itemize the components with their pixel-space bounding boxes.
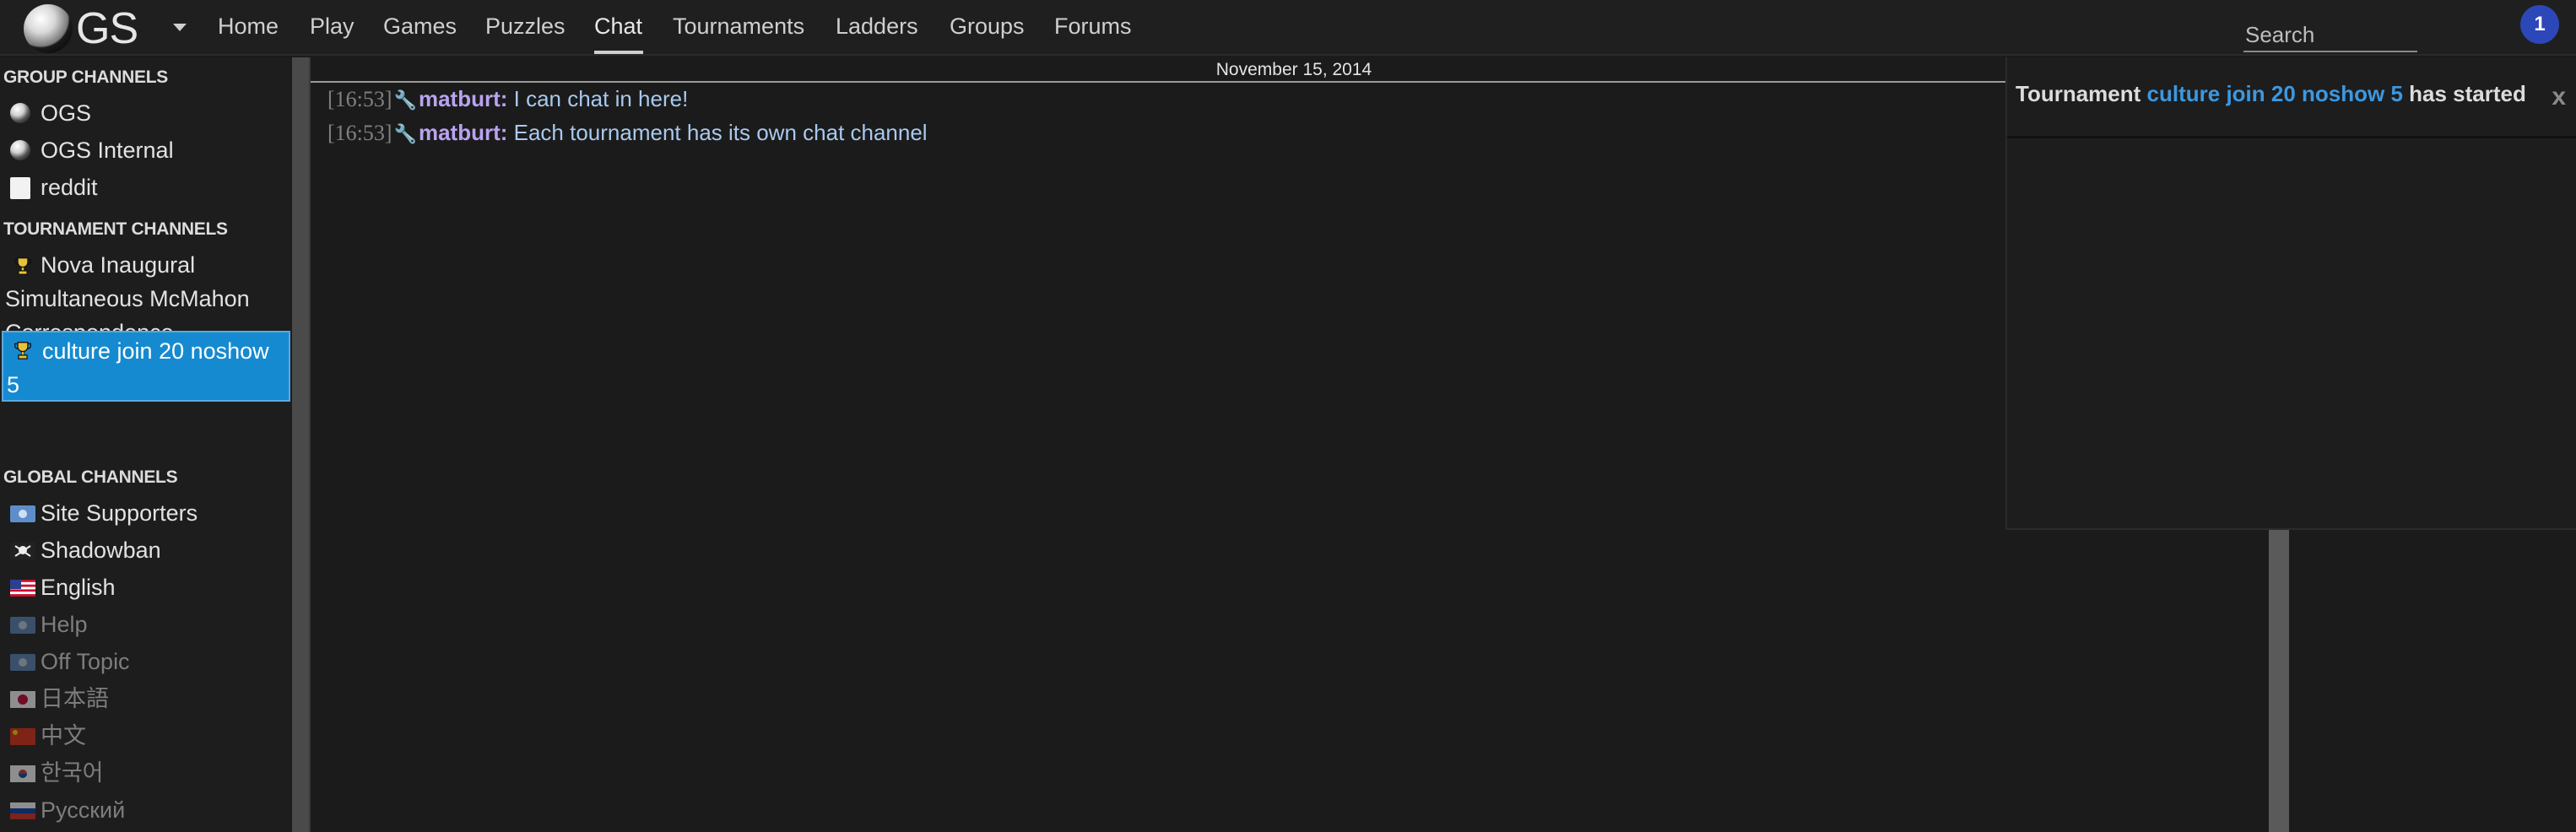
logo-text: GS: [76, 4, 138, 53]
channel-label: reddit: [41, 175, 98, 200]
message-username[interactable]: matburt:: [419, 86, 507, 111]
chat-message: [16:53]🔧matburt: I can chat in here!: [327, 86, 688, 112]
chat-message: [16:53]🔧matburt: Each tournament has its…: [327, 120, 928, 146]
channel-label: 中文: [41, 723, 86, 748]
moderator-wrench-icon: 🔧: [393, 123, 417, 144]
offtopic-flag-icon: [10, 654, 35, 671]
notification-prefix: Tournament: [2016, 81, 2141, 106]
notification-suffix: has started: [2409, 81, 2526, 106]
trophy-icon: [14, 342, 31, 359]
channel-culture-join-selected[interactable]: culture join 20 noshow 5: [2, 331, 290, 402]
channel-ogs[interactable]: OGS: [5, 96, 287, 130]
reddit-icon: [10, 177, 30, 199]
nav-ladders[interactable]: Ladders: [836, 14, 918, 40]
search-input[interactable]: [2243, 19, 2417, 52]
channel-reddit[interactable]: reddit: [5, 170, 287, 204]
nav-play[interactable]: Play: [310, 14, 354, 40]
close-icon[interactable]: x: [2552, 83, 2566, 111]
nav-home[interactable]: Home: [218, 14, 279, 40]
help-flag-icon: [10, 617, 35, 634]
top-nav: GS Home Play Games Puzzles Chat Tourname…: [0, 0, 2576, 56]
sidebar-scrollbar[interactable]: [292, 57, 309, 832]
channel-label: OGS Internal: [41, 138, 174, 163]
active-tab-underline: [594, 51, 643, 54]
group-channels-heading: GROUP CHANNELS: [3, 68, 168, 87]
nav-tournaments[interactable]: Tournaments: [673, 14, 804, 40]
china-flag-icon: [10, 728, 35, 745]
us-flag-icon: [10, 580, 35, 597]
korea-flag-icon: [10, 765, 35, 782]
channel-label: Shadowban: [41, 538, 161, 563]
channel-help[interactable]: Help: [5, 608, 287, 641]
tournament-channels-heading: TOURNAMENT CHANNELS: [3, 219, 228, 239]
channel-label: 日本語: [41, 686, 109, 711]
message-text: Each tournament has its own chat channel: [513, 120, 928, 145]
notification-text: Tournament culture join 20 noshow 5 has …: [2016, 81, 2526, 107]
channel-label: OGS: [41, 100, 92, 126]
notification-badge[interactable]: 1: [2520, 5, 2559, 44]
channel-english[interactable]: English: [5, 570, 287, 604]
japan-flag-icon: [10, 691, 35, 708]
ogs-stone-icon: [24, 4, 73, 53]
channel-russian[interactable]: Русский: [5, 793, 287, 827]
russia-flag-icon: [10, 802, 35, 819]
message-timestamp: [16:53]: [327, 87, 392, 111]
message-timestamp: [16:53]: [327, 121, 392, 145]
notification-item[interactable]: Tournament culture join 20 noshow 5 has …: [2007, 57, 2576, 138]
date-divider: November 15, 2014: [311, 57, 2277, 83]
moderator-wrench-icon: 🔧: [393, 89, 417, 111]
channel-japanese[interactable]: 日本語: [5, 682, 287, 716]
chevron-down-icon[interactable]: [173, 24, 187, 31]
nav-chat[interactable]: Chat: [594, 14, 642, 40]
message-username[interactable]: matburt:: [419, 120, 507, 145]
skull-flag-icon: [10, 543, 35, 559]
channel-chinese[interactable]: 中文: [5, 719, 287, 753]
trophy-icon: [14, 257, 31, 275]
right-gutter: [2289, 530, 2576, 832]
channel-label: 한국어: [41, 760, 104, 786]
notification-panel: Tournament culture join 20 noshow 5 has …: [2005, 57, 2576, 530]
chat-log: November 15, 2014 [16:53]🔧matburt: I can…: [309, 57, 2277, 832]
global-channels-heading: GLOBAL CHANNELS: [3, 467, 178, 487]
channel-off-topic[interactable]: Off Topic: [5, 645, 287, 678]
ogs-logo[interactable]: GS: [24, 4, 138, 53]
channel-site-supporters[interactable]: Site Supporters: [5, 496, 287, 530]
channel-label: Site Supporters: [41, 500, 198, 526]
channel-label: Русский: [41, 797, 126, 823]
channel-label: English: [41, 575, 116, 600]
supporter-icon: [10, 505, 35, 522]
nav-forums[interactable]: Forums: [1054, 14, 1132, 40]
channel-label: Off Topic: [41, 649, 130, 674]
channel-sidebar: GROUP CHANNELS OGS OGS Internal reddit T…: [0, 57, 292, 832]
nav-puzzles[interactable]: Puzzles: [485, 14, 566, 40]
ogs-stone-icon: [10, 140, 30, 160]
nav-groups[interactable]: Groups: [950, 14, 1025, 40]
nav-games[interactable]: Games: [383, 14, 457, 40]
channel-label: culture join 20 noshow 5: [7, 338, 269, 397]
message-text: I can chat in here!: [513, 86, 689, 111]
channel-label: Help: [41, 612, 88, 637]
chat-scrollbar[interactable]: [2269, 530, 2289, 832]
channel-korean[interactable]: 한국어: [5, 756, 287, 790]
notification-tournament-link[interactable]: culture join 20 noshow 5: [2147, 81, 2403, 106]
channel-ogs-internal[interactable]: OGS Internal: [5, 133, 287, 167]
channel-shadowban[interactable]: Shadowban: [5, 533, 287, 567]
ogs-stone-icon: [10, 103, 30, 123]
